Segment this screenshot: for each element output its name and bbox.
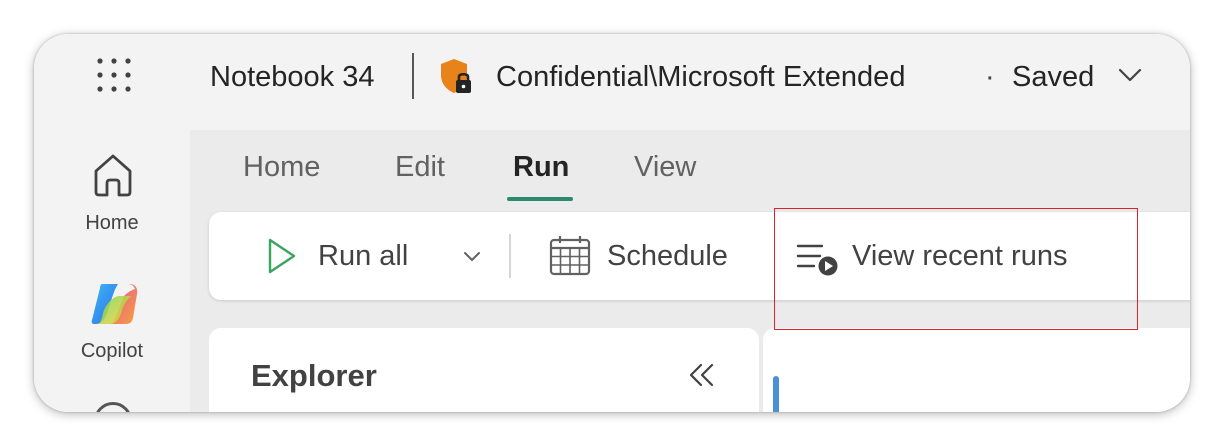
rail-item-partial-icon[interactable] <box>94 402 132 412</box>
play-icon[interactable] <box>266 236 298 276</box>
waffle-grid-icon[interactable] <box>96 57 132 93</box>
ribbon-divider <box>509 234 511 278</box>
copilot-icon[interactable] <box>88 280 140 328</box>
sensitivity-label[interactable]: Confidential\Microsoft Extended <box>496 59 905 95</box>
editor-panel <box>763 328 1190 412</box>
run-all-button[interactable]: Run all <box>318 238 408 274</box>
notebook-name[interactable]: Notebook 34 <box>210 59 374 95</box>
rail-label-home[interactable]: Home <box>34 212 190 235</box>
home-icon[interactable] <box>92 152 134 198</box>
run-all-chevron-down-icon[interactable] <box>463 250 481 262</box>
title-bar: Notebook 34 Confidential\Microsoft Exten… <box>34 34 1190 130</box>
schedule-button[interactable]: Schedule <box>607 238 728 274</box>
shield-lock-icon <box>438 57 474 97</box>
chevron-down-icon[interactable] <box>1118 67 1142 83</box>
save-status[interactable]: Saved <box>1012 59 1094 95</box>
calendar-icon[interactable] <box>549 234 591 276</box>
rail-label-copilot[interactable]: Copilot <box>34 340 190 363</box>
tab-edit[interactable]: Edit <box>395 149 445 185</box>
cell-active-indicator <box>773 376 779 412</box>
left-rail: Home Copilot <box>34 130 190 412</box>
title-divider <box>412 53 414 99</box>
double-chevron-left-icon[interactable] <box>687 362 715 388</box>
highlight-box <box>774 208 1138 330</box>
tab-run-underline <box>507 197 573 201</box>
separator-dot: · <box>985 61 995 93</box>
tab-home[interactable]: Home <box>243 149 320 185</box>
explorer-panel: Explorer <box>209 328 759 412</box>
tab-run[interactable]: Run <box>513 149 569 185</box>
explorer-title: Explorer <box>251 358 377 393</box>
tab-view[interactable]: View <box>634 149 696 185</box>
